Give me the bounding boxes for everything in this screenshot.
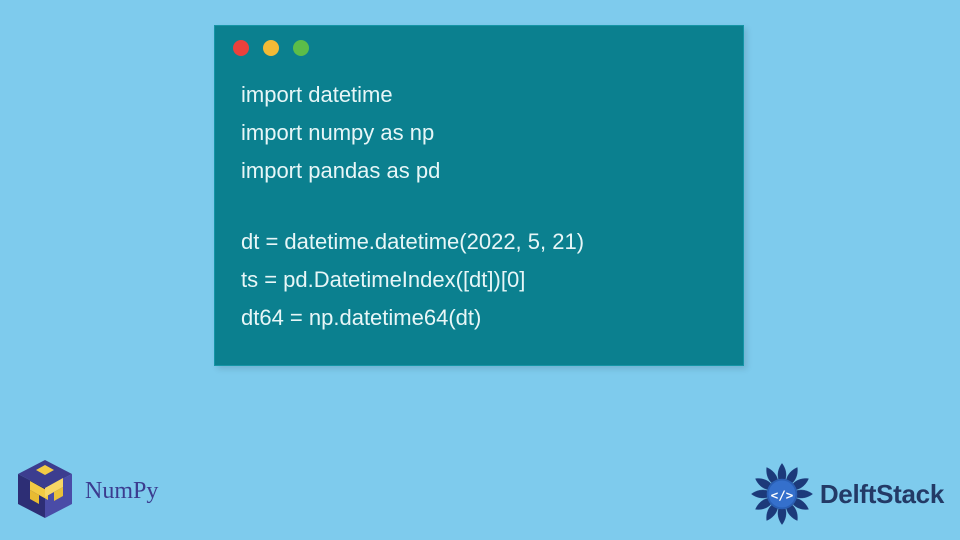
delftstack-medallion-icon: </> — [746, 458, 818, 530]
code-line: import numpy as np — [241, 114, 717, 152]
code-line: dt64 = np.datetime64(dt) — [241, 299, 717, 337]
code-window: import datetime import numpy as np impor… — [214, 25, 744, 366]
close-icon — [233, 40, 249, 56]
numpy-logo: NumPy — [10, 456, 158, 526]
code-blank-line — [241, 189, 717, 223]
code-body: import datetime import numpy as np impor… — [215, 62, 743, 365]
minimize-icon — [263, 40, 279, 56]
window-traffic-lights — [215, 26, 743, 62]
code-line: import datetime — [241, 76, 717, 114]
code-line: import pandas as pd — [241, 152, 717, 190]
maximize-icon — [293, 40, 309, 56]
delftstack-logo: </> DelftStack — [746, 458, 944, 530]
svg-text:</>: </> — [770, 487, 793, 502]
numpy-cube-icon — [10, 456, 80, 526]
delftstack-label: DelftStack — [820, 479, 944, 510]
code-line: dt = datetime.datetime(2022, 5, 21) — [241, 223, 717, 261]
numpy-label: NumPy — [85, 478, 158, 505]
code-line: ts = pd.DatetimeIndex([dt])[0] — [241, 261, 717, 299]
